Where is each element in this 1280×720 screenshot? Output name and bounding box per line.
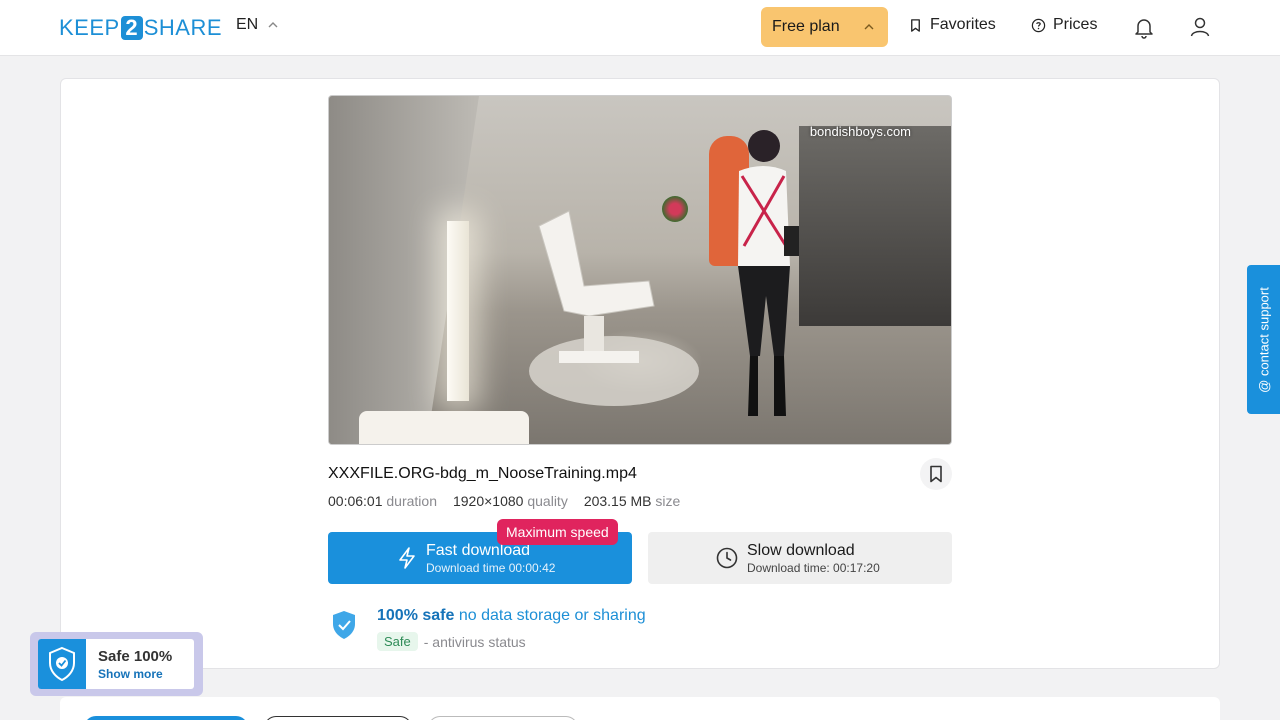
size-value: 203.15 MB [583,493,652,509]
duration-meta: 00:06:01 duration [328,493,437,509]
preview-lamp [447,221,469,401]
safe-widget-inner: Safe 100% Show more [38,639,194,689]
user-icon [1190,17,1210,37]
safety-headline: 100% safe no data storage or sharing [377,607,646,625]
quality-label: quality [527,493,568,509]
antivirus-status-text: - antivirus status [423,633,526,650]
slow-download-time: Download time: 00:17:20 [747,561,880,575]
preview-chair [538,210,655,363]
quality-meta: 1920×1080 quality [453,493,568,509]
preview-sofa [359,411,529,444]
shield-check-icon [49,646,75,682]
safety-strong: 100% safe [377,607,455,624]
logo-number-badge: 2 [120,16,143,40]
chevron-up-icon [268,22,278,28]
notifications-button[interactable] [1132,14,1156,40]
keep2share-logo[interactable]: KEEP 2 SHARE [59,15,222,41]
logo-text-left: KEEP [59,15,120,40]
safety-rest: no data storage or sharing [458,607,646,624]
top-header: KEEP 2 SHARE EN Free plan Favorites Pric… [0,0,1280,56]
add-to-favorites-button[interactable] [920,458,952,490]
safe-tag: Safe [377,632,418,651]
antivirus-status: Safe - antivirus status [377,632,526,651]
bottom-tab[interactable] [264,716,412,720]
chevron-up-icon [864,24,874,30]
slow-download-label: Slow download [747,542,855,559]
shield-check-icon [333,611,355,639]
duration-label: duration [386,493,437,509]
file-name: XXXFILE.ORG-bdg_m_NooseTraining.mp4 [328,465,637,482]
slow-download-button[interactable]: Slow download Download time: 00:17:20 [648,532,952,584]
bookmark-icon [911,18,920,32]
contact-support-tab[interactable]: @ contact support [1247,265,1280,414]
quality-value: 1920×1080 [452,493,524,509]
prices-label: Prices [1053,16,1098,33]
account-button[interactable] [1188,14,1212,40]
maximum-speed-badge: Maximum speed [497,519,618,545]
plan-label: Free plan [772,18,840,35]
file-meta: 00:06:01 duration 1920×1080 quality 203.… [328,493,680,509]
language-label: EN [236,16,259,33]
bell-icon [1135,19,1153,39]
favorites-link[interactable]: Favorites [908,16,996,34]
preview-figure [738,130,799,416]
preview-watermark: bondishboys.com [809,124,911,139]
prices-link[interactable]: Prices [1031,16,1097,34]
safe-widget-title: Safe 100% [98,648,173,665]
lightning-icon [399,547,415,569]
size-meta: 203.15 MB size [584,493,681,509]
safe-widget[interactable]: Safe 100% Show more [30,632,203,696]
safe-widget-show-more[interactable]: Show more [98,667,163,681]
free-plan-button[interactable]: Free plan [761,7,888,47]
video-preview-image[interactable]: bondishboys.com [328,95,952,445]
size-label: size [655,493,681,509]
preview-window [799,126,951,326]
logo-text-right: SHARE [143,15,222,40]
safe-widget-shield [38,639,86,689]
language-selector[interactable]: EN [236,16,278,34]
favorites-label: Favorites [930,16,996,33]
bottom-tab-active[interactable] [84,716,248,720]
clock-icon [716,547,738,569]
contact-support-label: @ contact support [1256,286,1271,393]
preview-plant [662,196,688,222]
bookmark-icon [930,465,942,483]
duration-value: 00:06:01 [328,493,383,509]
help-circle-icon [1031,18,1046,32]
bottom-tab[interactable] [428,716,578,720]
fast-download-time: Download time 00:00:42 [426,561,556,575]
